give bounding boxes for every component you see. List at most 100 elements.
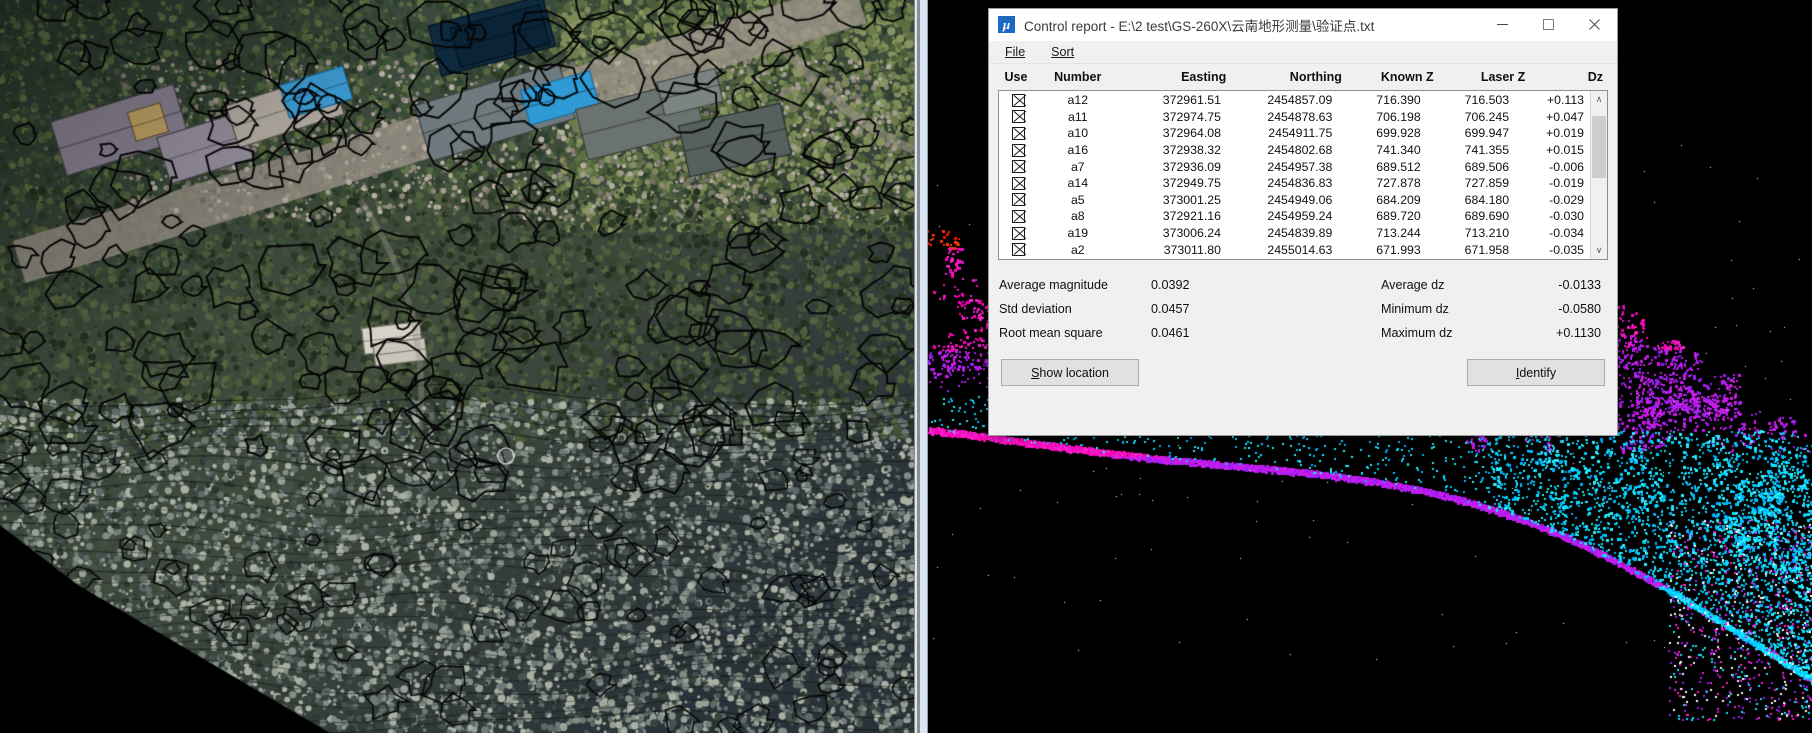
use-checkbox-cell[interactable] xyxy=(1000,143,1037,157)
use-checkbox-cell[interactable] xyxy=(1000,93,1037,107)
cell-easting: 372949.75 xyxy=(1162,176,1221,191)
use-checkbox-cell[interactable] xyxy=(1000,209,1037,223)
cell-number: a7 xyxy=(1070,159,1085,174)
identify-button[interactable]: Identify xyxy=(1467,359,1605,386)
cell-number: a12 xyxy=(1067,93,1089,108)
dialog-titlebar[interactable]: μ Control report - E:\2 test\GS-260X\云南地… xyxy=(989,9,1617,41)
show-location-label: how location xyxy=(1039,365,1109,380)
checkbox-checked-icon[interactable] xyxy=(1011,209,1025,223)
table-row[interactable]: a11 372974.75 2454878.63 706.198 706.245 +0.0… xyxy=(999,109,1590,126)
cell-known-z: 689.720 xyxy=(1376,209,1421,224)
table-row[interactable]: a8 372921.16 2454959.24 689.720 689.690 -0.03… xyxy=(999,208,1590,225)
table-row[interactable]: a5 373001.25 2454949.06 684.209 684.180 -0.02… xyxy=(999,192,1590,209)
column-header-known-z[interactable]: Known Z xyxy=(1342,70,1434,84)
table-row[interactable]: a12 372961.51 2454857.09 716.390 716.503 +0.1… xyxy=(999,92,1590,109)
table-row[interactable]: a7 372936.09 2454957.38 689.512 689.506 -0.00… xyxy=(999,158,1590,175)
checkbox-checked-icon[interactable] xyxy=(1011,193,1025,207)
minimize-button[interactable] xyxy=(1479,9,1525,40)
cell-laser-z: 741.355 xyxy=(1464,143,1510,158)
cell-laser-z: 713.210 xyxy=(1464,226,1510,241)
cell-laser-z: 689.690 xyxy=(1464,209,1510,224)
cell-northing: 2454839.89 xyxy=(1267,226,1333,241)
dialog-button-bar: Show location Identify xyxy=(989,359,1617,386)
scroll-down-arrow-icon[interactable]: ∨ xyxy=(1591,242,1607,259)
cell-dz: +0.019 xyxy=(1546,126,1585,141)
grid-rows-container: a12 372961.51 2454857.09 716.390 716.503 +0.1… xyxy=(999,91,1590,259)
use-checkbox-cell[interactable] xyxy=(1000,226,1037,240)
checkbox-checked-icon[interactable] xyxy=(1011,160,1025,174)
use-checkbox-cell[interactable] xyxy=(1000,193,1037,207)
table-row[interactable]: a2 373011.80 2455014.63 671.993 671.958 -0.03… xyxy=(999,241,1590,258)
table-row[interactable]: a19 373006.24 2454839.89 713.244 713.210 -0.0… xyxy=(999,225,1590,242)
close-button[interactable] xyxy=(1571,9,1617,40)
cell-known-z: 699.928 xyxy=(1376,126,1421,141)
column-header-dz[interactable]: Dz xyxy=(1525,70,1607,84)
checkbox-checked-icon[interactable] xyxy=(1011,176,1025,190)
menu-file[interactable]: File xyxy=(1001,44,1029,60)
cell-laser-z: 727.859 xyxy=(1464,176,1510,191)
cell-laser-z: 684.180 xyxy=(1464,192,1510,207)
column-header-northing[interactable]: Northing xyxy=(1226,70,1342,84)
cell-laser-z: 706.245 xyxy=(1464,109,1510,124)
control-report-dialog: μ Control report - E:\2 test\GS-260X\云南地… xyxy=(988,8,1618,436)
cell-number: a5 xyxy=(1070,192,1085,207)
column-header-use[interactable]: Use xyxy=(997,70,1035,84)
use-checkbox-cell[interactable] xyxy=(1000,126,1037,140)
dialog-menubar: File Sort xyxy=(989,41,1617,64)
statistic-label-left: Average magnitude xyxy=(999,278,1108,292)
column-header-easting[interactable]: Easting xyxy=(1121,70,1226,84)
checkbox-checked-icon[interactable] xyxy=(1011,126,1025,140)
maximize-icon xyxy=(1542,19,1554,30)
column-header-laser-z[interactable]: Laser Z xyxy=(1434,70,1525,84)
mu-app-icon: μ xyxy=(998,16,1015,33)
checkbox-checked-icon[interactable] xyxy=(1011,226,1025,240)
table-row[interactable]: a16 372938.32 2454802.68 741.340 741.355 +0.0… xyxy=(999,142,1590,159)
use-checkbox-cell[interactable] xyxy=(1000,243,1037,257)
grid-vertical-scrollbar[interactable]: ∧ ∨ xyxy=(1590,91,1607,259)
scrollbar-thumb[interactable] xyxy=(1592,116,1606,178)
statistics-panel: Average magnitude 0.0392 Average dz -0.0133… xyxy=(989,273,1617,345)
cell-number: a14 xyxy=(1067,176,1089,191)
cell-dz: -0.019 xyxy=(1549,176,1585,191)
show-location-button[interactable]: Show location xyxy=(1001,359,1139,386)
column-header-number[interactable]: Number xyxy=(1035,70,1121,84)
cell-easting: 373006.24 xyxy=(1162,226,1221,241)
orthophoto-viewport[interactable] xyxy=(0,0,914,733)
checkbox-checked-icon[interactable] xyxy=(1011,110,1025,124)
cell-northing: 2455014.63 xyxy=(1267,242,1333,257)
statistic-value-left: 0.0457 xyxy=(1151,302,1190,316)
orthophoto-image[interactable] xyxy=(0,0,914,733)
pane-splitter[interactable] xyxy=(914,0,928,733)
checkbox-checked-icon[interactable] xyxy=(1011,243,1025,257)
checkbox-checked-icon[interactable] xyxy=(1011,143,1025,157)
maximize-button[interactable] xyxy=(1525,9,1571,40)
table-row[interactable]: a14 372949.75 2454836.83 727.878 727.859 -0.0… xyxy=(999,175,1590,192)
statistic-label-right: Minimum dz xyxy=(1381,302,1449,316)
table-row[interactable]: a10 372964.08 2454911.75 699.928 699.947 +0.0… xyxy=(999,125,1590,142)
cell-easting: 372974.75 xyxy=(1162,109,1221,124)
scrollbar-track[interactable] xyxy=(1591,108,1607,242)
statistic-value-right: -0.0133 xyxy=(1558,278,1601,292)
use-checkbox-cell[interactable] xyxy=(1000,176,1037,190)
cell-laser-z: 716.503 xyxy=(1464,93,1510,108)
cell-easting: 372938.32 xyxy=(1162,143,1221,158)
cell-northing: 2454878.63 xyxy=(1267,109,1333,124)
use-checkbox-cell[interactable] xyxy=(1000,110,1037,124)
cell-northing: 2454959.24 xyxy=(1267,209,1333,224)
checkbox-checked-icon[interactable] xyxy=(1011,93,1025,107)
cell-easting: 373001.25 xyxy=(1162,192,1221,207)
cell-known-z: 727.878 xyxy=(1376,176,1421,191)
cell-laser-z: 689.506 xyxy=(1464,159,1510,174)
menu-sort[interactable]: Sort xyxy=(1047,44,1078,60)
statistic-label-right: Maximum dz xyxy=(1381,326,1453,340)
cell-known-z: 689.512 xyxy=(1376,159,1421,174)
cell-dz: +0.113 xyxy=(1546,93,1585,108)
cell-dz: +0.015 xyxy=(1546,143,1585,158)
cell-dz: -0.030 xyxy=(1549,209,1585,224)
use-checkbox-cell[interactable] xyxy=(1000,160,1037,174)
cell-easting: 373011.80 xyxy=(1163,242,1221,257)
scroll-up-arrow-icon[interactable]: ∧ xyxy=(1591,91,1607,108)
cell-known-z: 671.993 xyxy=(1376,242,1421,257)
cell-dz: +0.047 xyxy=(1546,109,1585,124)
statistic-label-left: Root mean square xyxy=(999,326,1103,340)
